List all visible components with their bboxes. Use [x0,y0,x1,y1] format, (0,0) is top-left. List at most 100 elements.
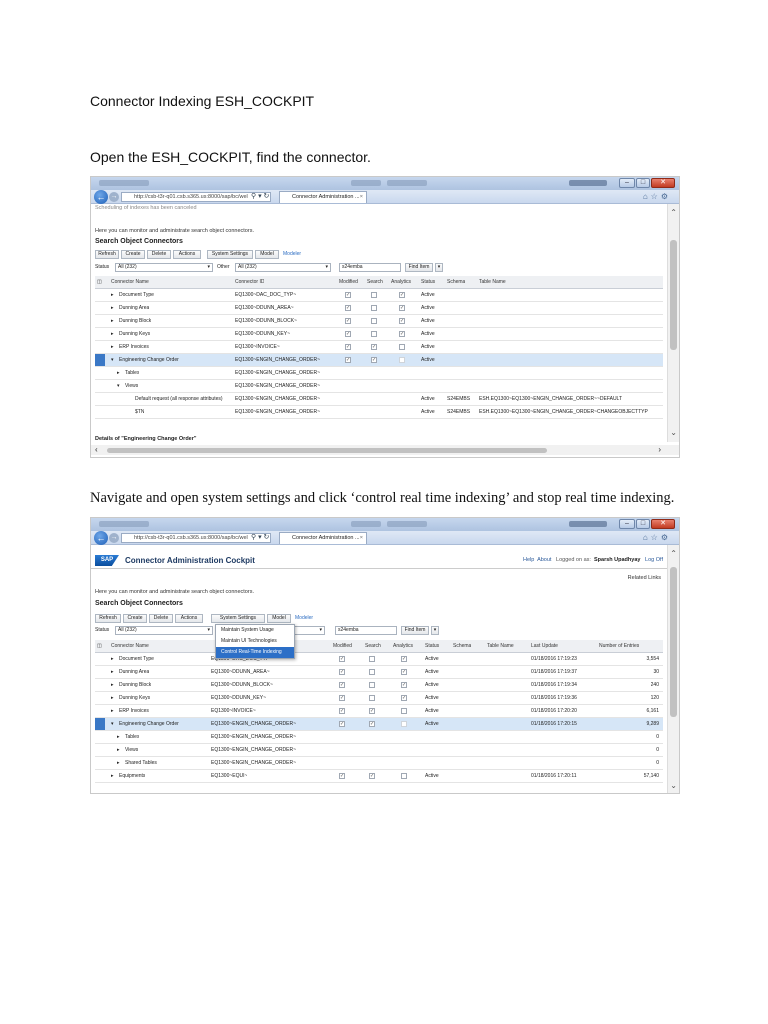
analytics-checkbox[interactable]: ✓ [399,292,405,298]
modified-checkbox[interactable]: ✓ [345,357,351,363]
search-checkbox[interactable]: ✓ [371,357,377,363]
vertical-scrollbar[interactable]: ⌃ ⌄ [667,204,679,442]
search-checkbox[interactable] [369,682,375,688]
col-connector-name[interactable]: Connector Name [111,643,149,649]
other-filter-select[interactable]: All (232) [235,263,331,272]
modified-checkbox[interactable]: ✓ [339,708,345,714]
modified-checkbox[interactable]: ✓ [339,773,345,779]
expand-arrow-icon[interactable]: ▸ [111,344,114,350]
tab-close-icon[interactable]: × [360,533,363,544]
scroll-right-icon[interactable]: › [658,445,661,454]
system-settings-button[interactable]: System Settings [211,614,265,623]
related-links[interactable]: Related Links [628,575,661,581]
table-row[interactable]: ▸ Equipments EQ1300~EQUI~ ✓ ✓ Active 01/… [95,770,663,783]
tab-close-icon[interactable]: × [360,192,363,203]
menu-item-maintain-system-usage[interactable]: Maintain System Usage [216,625,294,636]
find-options-icon[interactable]: ▾ [431,626,439,635]
collapse-arrow-icon[interactable]: ▾ [111,721,114,727]
modeler-link[interactable]: Modeler [283,251,301,257]
modified-checkbox[interactable]: ✓ [339,695,345,701]
search-refresh-icons[interactable]: ⚲ ▾ ↻ [251,533,269,541]
forward-arrow-icon[interactable]: → [109,192,119,202]
modified-checkbox[interactable]: ✓ [345,292,351,298]
table-row[interactable]: ▸ Shared Tables EQ1300~ENGIN_CHANGE_ORDE… [95,757,663,770]
table-row[interactable]: ▸ Dunning Area EQ1300~DDUNN_AREA~ ✓ ✓ Ac… [95,666,663,679]
col-number-of-entries[interactable]: Number of Entries [599,643,639,649]
modified-checkbox[interactable]: ✓ [339,682,345,688]
table-row[interactable]: ▸ ERP Invoices EQ1300~INVOICE~ ✓ ✓ Activ… [95,341,663,354]
back-arrow-icon[interactable]: ← [94,531,108,545]
status-filter-select[interactable]: All (232) [115,626,213,635]
browser-tab[interactable]: Connector Administration ... × [279,191,367,203]
table-row[interactable]: ▸ Dunning Block EQ1300~DDUNN_BLOCK~ ✓ ✓ … [95,679,663,692]
col-table-name[interactable]: Table Name [487,643,514,649]
search-checkbox[interactable]: ✓ [369,773,375,779]
table-row-selected[interactable]: ▾ Engineering Change Order EQ1300~ENGIN_… [95,354,663,367]
menu-item-maintain-ui-technologies[interactable]: Maintain UI Technologies [216,636,294,647]
about-link[interactable]: About [537,557,551,563]
col-status[interactable]: Status [421,279,435,285]
table-settings-icon[interactable]: ◫ [97,279,102,285]
analytics-checkbox[interactable]: ✓ [399,305,405,311]
table-row[interactable]: $TN EQ1300~ENGIN_CHANGE_ORDER~ Active S2… [95,406,663,419]
browser-tab[interactable]: Connector Administration ... × [279,532,367,544]
analytics-checkbox[interactable] [399,357,405,363]
forward-arrow-icon[interactable]: → [109,533,119,543]
col-search[interactable]: Search [365,643,381,649]
search-checkbox[interactable]: ✓ [369,708,375,714]
scroll-down-icon[interactable]: ⌄ [670,428,677,437]
minimize-icon[interactable]: – [619,178,635,188]
back-arrow-icon[interactable]: ← [94,190,108,204]
expand-arrow-icon[interactable]: ▸ [111,708,114,714]
table-row[interactable]: ▸ Document Type EQ1300~DAC_DOC_TYP~ ✓ ✓ … [95,289,663,302]
scroll-thumb[interactable] [670,567,677,717]
search-checkbox[interactable] [371,292,377,298]
col-schema[interactable]: Schema [447,279,465,285]
table-row[interactable]: ▸ Tables EQ1300~ENGIN_CHANGE_ORDER~ [95,367,663,380]
search-checkbox[interactable] [369,695,375,701]
logoff-link[interactable]: Log Off [645,557,663,563]
expand-arrow-icon[interactable]: ▸ [117,760,120,766]
address-bar[interactable]: http://csb-t3r-q01.csb.s365.us:8000/sap/… [121,533,271,543]
analytics-checkbox[interactable]: ✓ [399,318,405,324]
status-filter-select[interactable]: All (232) [115,263,213,272]
expand-arrow-icon[interactable]: ▸ [111,305,114,311]
col-schema[interactable]: Schema [453,643,471,649]
maximize-icon[interactable]: □ [636,519,650,529]
row-selector[interactable] [95,718,105,730]
col-modified[interactable]: Modified [339,279,358,285]
expand-arrow-icon[interactable]: ▸ [111,656,114,662]
home-star-gear-icons[interactable]: ⌂☆⚙ [643,533,671,542]
table-row[interactable]: ▸ Tables EQ1300~ENGIN_CHANGE_ORDER~ 0 [95,731,663,744]
search-checkbox[interactable] [371,318,377,324]
analytics-checkbox[interactable]: ✓ [401,669,407,675]
row-selector[interactable] [95,354,105,366]
expand-arrow-icon[interactable]: ▸ [111,331,114,337]
modified-checkbox[interactable]: ✓ [339,669,345,675]
expand-arrow-icon[interactable]: ▸ [117,734,120,740]
help-link[interactable]: Help [523,557,534,563]
delete-button[interactable]: Delete [147,250,171,259]
expand-arrow-icon[interactable]: ▸ [111,682,114,688]
analytics-checkbox[interactable]: ✓ [399,331,405,337]
analytics-checkbox[interactable]: ✓ [401,682,407,688]
address-bar[interactable]: http://csb-t3r-q01.csb.s365.us:8000/sap/… [121,192,271,202]
system-settings-button[interactable]: System Settings [207,250,253,259]
model-button[interactable]: Model [267,614,291,623]
create-button[interactable]: Create [123,614,147,623]
col-modified[interactable]: Modified [333,643,352,649]
expand-arrow-icon[interactable]: ▸ [111,292,114,298]
modeler-link[interactable]: Modeler [295,615,313,621]
analytics-checkbox[interactable] [401,773,407,779]
table-row-selected[interactable]: ▾ Engineering Change Order EQ1300~ENGIN_… [95,718,663,731]
search-input[interactable]: s24emba [339,263,401,272]
modified-checkbox[interactable]: ✓ [339,721,345,727]
search-refresh-icons[interactable]: ⚲ ▾ ↻ [251,192,269,200]
actions-button[interactable]: Actions [173,250,201,259]
refresh-button[interactable]: Refresh [95,614,121,623]
search-checkbox[interactable] [369,669,375,675]
modified-checkbox[interactable]: ✓ [345,344,351,350]
table-row[interactable]: ▸ Dunning Keys EQ1300~DDUNN_KEY~ ✓ ✓ Act… [95,692,663,705]
table-row[interactable]: ▸ ERP Invoices EQ1300~INVOICE~ ✓ ✓ Activ… [95,705,663,718]
search-input[interactable]: s24emba [335,626,397,635]
